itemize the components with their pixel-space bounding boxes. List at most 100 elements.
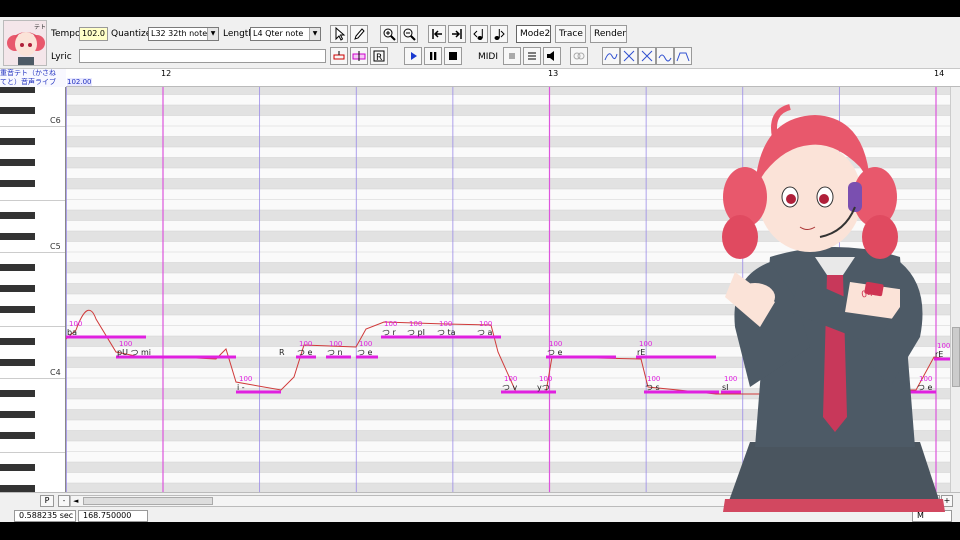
note-lyric[interactable]: つ e	[547, 348, 563, 357]
length-select[interactable]: L4 Qter note ▼	[250, 27, 321, 41]
piano-keyboard[interactable]: C6C5C4C3	[0, 87, 66, 492]
black-key[interactable]	[0, 87, 35, 93]
prev-note-button[interactable]	[470, 25, 488, 43]
black-key[interactable]	[0, 463, 35, 471]
render-button[interactable]: Render	[590, 25, 627, 43]
note-lyric[interactable]: pU つ mi	[117, 348, 151, 357]
tempo-label: Tempo	[51, 29, 81, 39]
white-key-divider	[0, 451, 65, 453]
note-next-icon	[494, 29, 505, 40]
track-name-line-1: 重音テト（かさね	[0, 69, 56, 77]
volume-button[interactable]	[543, 47, 561, 65]
black-key[interactable]	[0, 358, 35, 366]
midi-label: MIDI	[478, 52, 499, 62]
arrow-left-icon[interactable]: ◄	[73, 496, 78, 506]
black-key[interactable]	[0, 484, 35, 492]
speaker-icon	[547, 51, 554, 61]
black-key[interactable]	[0, 432, 35, 439]
chevron-down-icon[interactable]: ▼	[207, 28, 218, 40]
insert-note-button[interactable]	[330, 47, 348, 65]
pencil-tool-button[interactable]	[350, 25, 368, 43]
note-velocity: 100	[359, 340, 372, 348]
reset-note-button[interactable]: R	[370, 47, 388, 65]
black-key[interactable]	[0, 211, 35, 219]
note-lyric[interactable]: つ pI	[407, 328, 425, 337]
play-button[interactable]	[404, 47, 422, 65]
mode2-button[interactable]: Mode2	[516, 25, 551, 43]
pitch-tool-5-button[interactable]	[674, 47, 692, 65]
white-key-divider	[0, 378, 65, 379]
time-left-display: 0.588235 sec	[14, 510, 76, 522]
pencil-icon	[354, 28, 365, 40]
horizontal-scroll-thumb[interactable]	[83, 497, 213, 505]
tempo-field[interactable]: 102.0	[79, 27, 108, 41]
note-lyric[interactable]: ba	[67, 328, 77, 337]
note-velocity: 100	[439, 320, 452, 328]
split-note-button[interactable]	[350, 47, 368, 65]
pointer-tool-button[interactable]	[330, 25, 348, 43]
measure-ruler[interactable]: 重音テト（かさね てと）音声ライブ 102.00 12 13 14	[0, 69, 960, 87]
zoom-in-button[interactable]	[380, 25, 398, 43]
note-lyric[interactable]: つ ta	[437, 328, 456, 337]
zoom-out-button[interactable]	[400, 25, 418, 43]
note-lyric[interactable]: yつ	[537, 383, 550, 392]
black-key[interactable]	[0, 106, 35, 114]
go-end-button[interactable]	[448, 25, 466, 43]
insert-note-icon	[333, 51, 345, 60]
pitch-tool-2-button[interactable]	[620, 47, 638, 65]
quantize-select[interactable]: L32 32th note ▼	[148, 27, 219, 41]
black-key[interactable]	[0, 306, 35, 313]
play-icon	[411, 52, 417, 60]
minus-icon: -	[62, 497, 66, 505]
chevron-down-icon[interactable]: ▼	[309, 28, 320, 40]
note-velocity: 100	[647, 375, 660, 383]
black-key[interactable]	[0, 180, 35, 187]
go-start-button[interactable]	[428, 25, 446, 43]
black-key[interactable]	[0, 159, 35, 166]
measure-12-label: 12	[161, 69, 172, 78]
note-velocity: 100	[119, 340, 132, 348]
note-lyric[interactable]: rE	[637, 348, 645, 357]
black-key[interactable]	[0, 390, 35, 397]
singer-character-image: 040	[722, 104, 945, 512]
pitch-tool-3-button[interactable]	[638, 47, 656, 65]
singer-avatar[interactable]: テト	[3, 20, 47, 66]
time-right-display: 168.750000 sec	[78, 510, 148, 522]
link-icon	[573, 52, 585, 60]
white-key-divider	[0, 126, 65, 127]
black-key[interactable]	[0, 337, 35, 345]
midi-stop-button[interactable]	[503, 47, 521, 65]
white-key-divider	[0, 325, 65, 327]
note-lyric[interactable]: i -	[237, 383, 245, 392]
note-lyric[interactable]: つ s	[645, 383, 660, 392]
pitch-tool-4-button[interactable]	[656, 47, 674, 65]
link-button[interactable]	[570, 47, 588, 65]
pause-button[interactable]	[424, 47, 442, 65]
midi-settings-button[interactable]	[523, 47, 541, 65]
cursor-icon	[335, 26, 346, 41]
note-velocity: 100	[539, 375, 552, 383]
black-key[interactable]	[0, 232, 35, 240]
black-key[interactable]	[0, 411, 35, 418]
note-lyric[interactable]: つ n	[327, 348, 343, 357]
black-key[interactable]	[0, 264, 35, 271]
p-button[interactable]: P	[40, 495, 54, 507]
note-lyric[interactable]: つ e	[297, 348, 313, 357]
black-key[interactable]	[0, 285, 35, 292]
note-bar[interactable]	[66, 335, 146, 339]
note-velocity: 100	[409, 320, 422, 328]
note-lyric[interactable]: R	[279, 348, 285, 357]
note-lyric[interactable]: つ r	[382, 328, 397, 337]
trace-button[interactable]: Trace	[555, 25, 586, 43]
stop-button[interactable]	[444, 47, 462, 65]
note-lyric[interactable]: つ a	[477, 328, 493, 337]
scroll-left-button[interactable]: -	[58, 495, 70, 507]
note-bar[interactable]	[636, 355, 716, 359]
note-lyric[interactable]: つ v	[502, 383, 518, 392]
lyric-input[interactable]	[79, 49, 326, 63]
black-key[interactable]	[0, 138, 35, 145]
pitch-tool-1-button[interactable]	[602, 47, 620, 65]
measure-13-label: 13	[548, 69, 559, 78]
note-lyric[interactable]: つ e	[357, 348, 373, 357]
next-note-button[interactable]	[490, 25, 508, 43]
